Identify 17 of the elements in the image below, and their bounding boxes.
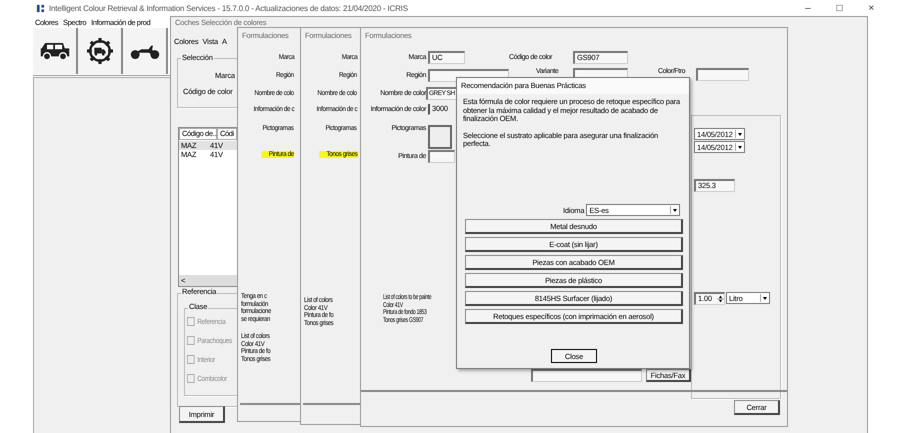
window-title: Intelligent Colour Retrieval & Information Services - 15.7.0.0 - Actualizaciones de datos: 21/04/2020 - ICRIS (49, 4, 408, 12)
window-control[interactable]: × (864, 2, 878, 14)
app-icon (36, 4, 45, 12)
dropdown-arrow-icon (670, 206, 680, 214)
dropdown-arrow-icon (734, 143, 744, 151)
text-field[interactable] (428, 150, 455, 163)
car-button[interactable] (33, 28, 78, 74)
pictogram-box (428, 125, 452, 149)
window-control[interactable]: □ (832, 2, 846, 14)
dropdown-arrow-icon (760, 294, 769, 302)
spinner-arrows-icon (717, 294, 724, 304)
window-control[interactable]: – (801, 2, 815, 14)
truck-button[interactable] (78, 28, 123, 74)
motorcycle-button[interactable] (123, 28, 168, 74)
text-field[interactable] (696, 68, 749, 81)
text-field[interactable] (531, 369, 642, 382)
dropdown-arrow-icon (734, 130, 744, 138)
